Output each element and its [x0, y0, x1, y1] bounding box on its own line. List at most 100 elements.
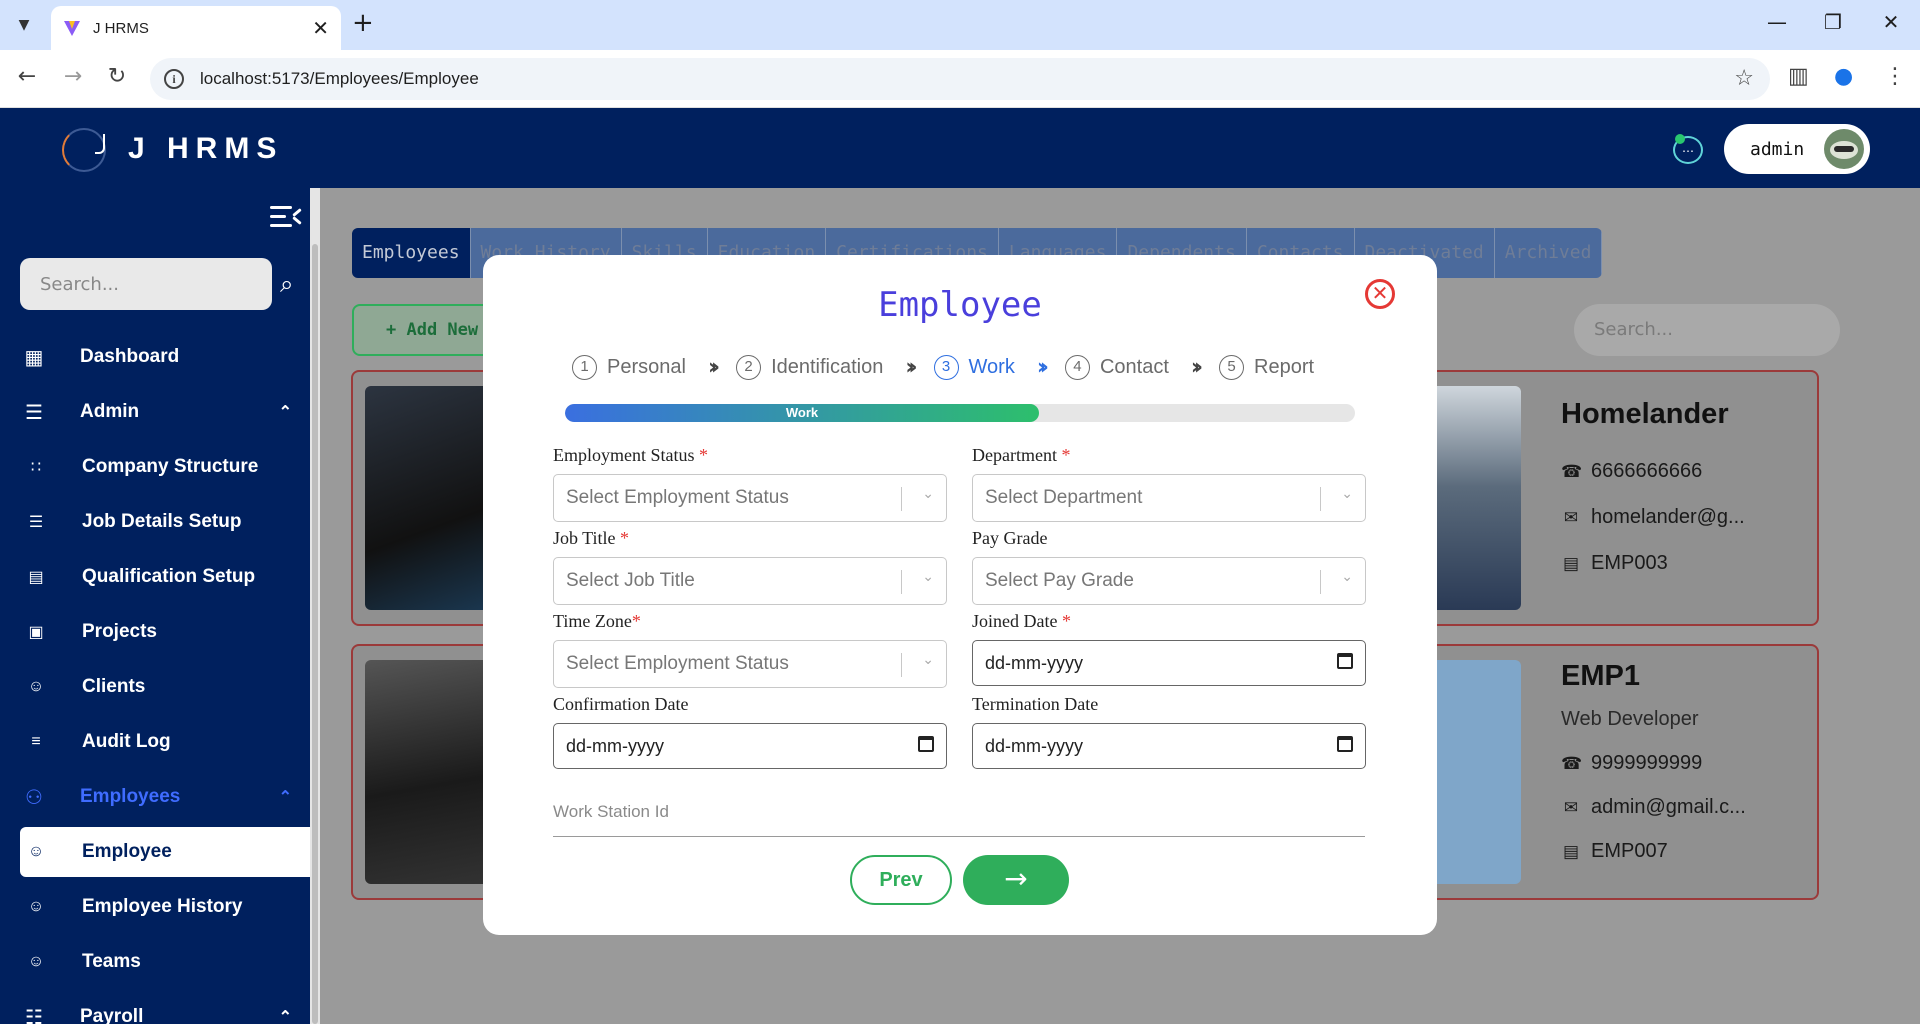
sidebar-item-employee-history[interactable]: ☺ Employee History [20, 882, 310, 932]
sidebar-item-company-structure[interactable]: ∷ Company Structure [20, 442, 310, 492]
sidebar-item-qualification-setup[interactable]: ▤ Qualification Setup [20, 552, 310, 602]
work-station-id-input[interactable]: Work Station Id [553, 797, 1365, 837]
scrollbar-thumb[interactable] [312, 244, 318, 1024]
sidebar-item-clients[interactable]: ☺ Clients [20, 662, 310, 712]
tab-search-dropdown[interactable]: ▼ [8, 10, 40, 40]
browser-menu-icon[interactable]: ⋮ [1884, 64, 1906, 89]
user-menu[interactable]: admin [1724, 124, 1870, 174]
joined-date-input[interactable]: dd-mm-yyyy [972, 640, 1366, 686]
sidebar-item-label: Dashboard [80, 346, 180, 367]
sidebar-item-label: Qualification Setup [82, 566, 256, 587]
site-info-icon[interactable]: i [164, 69, 184, 89]
pay-grade-select[interactable]: Select Pay Grade ⌄ [972, 557, 1366, 605]
next-button[interactable]: → [963, 855, 1069, 905]
step-label: Report [1254, 356, 1315, 378]
sidebar-item-employee[interactable]: ☺ Employee [20, 827, 310, 877]
id-text: EMP003 [1591, 552, 1668, 574]
sidebar-item-projects[interactable]: ▣ Projects [20, 607, 310, 657]
app-header: J HRMS … admin [0, 108, 1920, 188]
termination-date-input[interactable]: dd-mm-yyyy [972, 723, 1366, 769]
time-zone-select[interactable]: Select Employment Status ⌄ [553, 640, 947, 688]
double-chevron-icon: ›› [1036, 355, 1049, 380]
sidebar: Search... ⌕ ▦ Dashboard ☰ Admin ⌃ ∷ Company … [0, 188, 310, 1024]
step-report[interactable]: 5 Report [1219, 355, 1314, 380]
sidebar-item-admin[interactable]: ☰ Admin ⌃ [20, 387, 310, 437]
phone-text: 6666666666 [1591, 460, 1703, 482]
date-text: dd-mm-yyyy [985, 735, 1083, 756]
employee-role: Web Developer [1561, 708, 1699, 730]
date-text: dd-mm-yyyy [985, 652, 1083, 673]
grid-icon: ▦ [24, 346, 44, 369]
required-mark: * [631, 611, 641, 631]
new-tab-button[interactable]: + [352, 8, 374, 38]
sidebar-item-dashboard[interactable]: ▦ Dashboard [20, 332, 310, 382]
employee-modal: Employee ✕ 1 Personal ›› 2 Identification … [483, 255, 1437, 935]
sidebar-item-label: Teams [82, 951, 141, 972]
phone-text: 9999999999 [1591, 752, 1703, 774]
confirmation-date-input[interactable]: dd-mm-yyyy [553, 723, 947, 769]
brand-name: J HRMS [128, 132, 284, 165]
sidebar-search-input[interactable]: Search... [20, 258, 272, 310]
sidebar-scrollbar[interactable] [310, 188, 320, 1024]
sidebar-collapse-icon[interactable] [268, 202, 308, 232]
step-work[interactable]: 3 Work [933, 355, 1015, 380]
back-icon[interactable]: ← [12, 64, 42, 89]
browser-toolbar: ← → ↻ i localhost:5173/Employees/Employe… [0, 50, 1920, 108]
chevron-down-icon: ▼ [18, 17, 30, 33]
step-contact[interactable]: 4 Contact [1064, 355, 1169, 380]
sidebar-item-employees[interactable]: ⚇ Employees ⌃ [20, 772, 310, 822]
sidebar-item-audit-log[interactable]: ≡ Audit Log [20, 717, 310, 767]
step-number: 4 [1064, 355, 1090, 380]
step-label: Personal [607, 356, 686, 378]
employment-status-select[interactable]: Select Employment Status ⌄ [553, 474, 947, 522]
progress-bar: Work [565, 404, 1355, 422]
sidebar-item-job-details-setup[interactable]: ☰ Job Details Setup [20, 497, 310, 547]
prev-button[interactable]: Prev [850, 855, 952, 905]
address-bar[interactable]: i localhost:5173/Employees/Employee ☆ [150, 58, 1770, 100]
step-personal[interactable]: 1 Personal [572, 355, 686, 380]
profile-icon[interactable]: ● [1834, 64, 1853, 89]
users-icon: ⚇ [25, 786, 43, 809]
step-label: Contact [1099, 356, 1169, 378]
calendar-icon[interactable] [1337, 736, 1353, 752]
calendar-icon[interactable] [918, 736, 934, 752]
termination-date-label: Termination Date [972, 694, 1099, 714]
chevron-up-icon: ⌃ [278, 404, 292, 421]
vite-favicon-icon [64, 21, 80, 36]
sidebar-item-label: Projects [82, 621, 157, 642]
sidebar-item-payroll[interactable]: ☷ Payroll ⌃ [20, 992, 310, 1024]
progress-fill: Work [565, 404, 1039, 422]
department-select[interactable]: Select Department ⌄ [972, 474, 1366, 522]
user-history-icon: ☺ [27, 898, 45, 915]
double-chevron-icon: ›› [905, 355, 917, 380]
window-close-icon[interactable]: ✕ [1876, 10, 1906, 34]
forward-icon[interactable]: → [58, 64, 88, 89]
minimize-icon[interactable]: — [1762, 10, 1792, 34]
tab-archived[interactable]: Archived [1494, 228, 1603, 278]
calendar-icon[interactable] [1337, 653, 1353, 669]
close-icon[interactable]: ✕ [1365, 279, 1395, 309]
chevron-down-icon: ⌄ [1341, 568, 1353, 584]
side-panel-icon[interactable]: ▥ [1788, 64, 1809, 89]
reload-icon[interactable]: ↻ [102, 64, 132, 89]
step-identification[interactable]: 2 Identification [736, 355, 883, 380]
mail-icon: ✉ [1563, 797, 1579, 817]
browser-tab[interactable]: J HRMS ✕ [51, 6, 341, 50]
restore-icon[interactable]: ❐ [1818, 10, 1848, 34]
required-mark: * [1061, 445, 1071, 465]
star-icon[interactable]: ☆ [1734, 66, 1754, 91]
job-title-select[interactable]: Select Job Title ⌄ [553, 557, 947, 605]
employee-search-input[interactable]: Search... [1574, 304, 1840, 356]
phone-icon: ☎ [1561, 753, 1583, 773]
sidebar-item-label: Payroll [80, 1006, 144, 1024]
chevron-down-icon: ⌄ [1341, 485, 1353, 501]
sidebar-item-teams[interactable]: ☺ Teams [20, 937, 310, 987]
close-tab-icon[interactable]: ✕ [312, 16, 329, 40]
step-label: Work [968, 356, 1015, 378]
search-icon[interactable]: ⌕ [280, 270, 293, 298]
double-chevron-icon: ›› [707, 355, 720, 380]
select-placeholder: Select Employment Status [566, 487, 789, 508]
tab-employees[interactable]: Employees [352, 228, 471, 278]
employee-email: ✉ admin@gmail.c... [1561, 796, 1746, 819]
sidebar-item-label: Clients [82, 676, 146, 697]
